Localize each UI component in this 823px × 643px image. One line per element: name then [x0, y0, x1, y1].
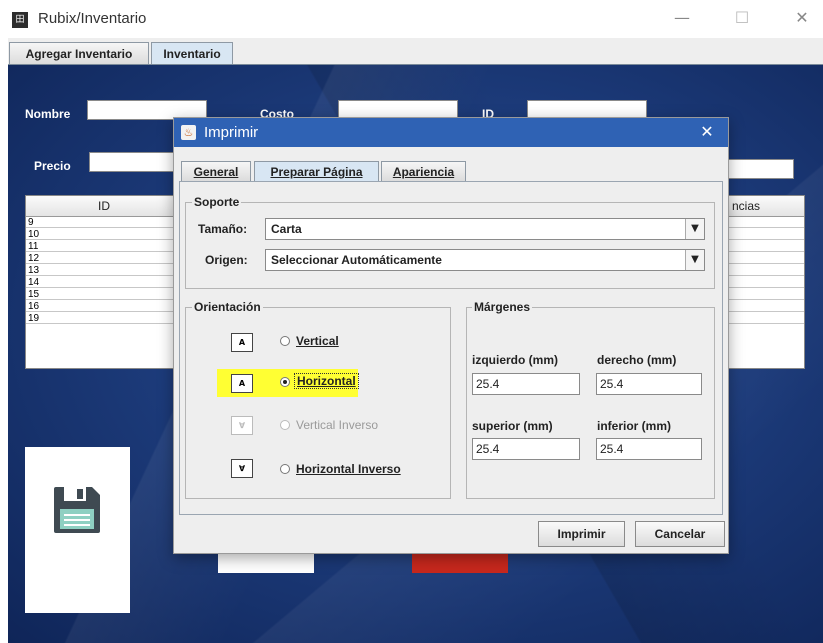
java-icon: ♨ [181, 125, 196, 140]
page-setup-panel: Soporte Tamaño: Carta ▼ Origen: Seleccio… [179, 181, 723, 515]
tamano-value: Carta [271, 222, 302, 236]
horizontal-label[interactable]: Horizontal [294, 373, 359, 389]
floppy-disk-icon [54, 487, 100, 533]
tab-preparar-pagina[interactable]: Preparar Página [254, 161, 379, 181]
tamano-label: Tamaño: [198, 222, 248, 236]
landscape-page-icon: A [231, 374, 253, 393]
chevron-down-icon[interactable]: ▼ [685, 219, 704, 239]
portrait-page-icon: A [231, 333, 253, 352]
inferior-label: inferior (mm) [597, 419, 672, 433]
origen-label: Origen: [205, 253, 248, 267]
print-button[interactable]: Imprimir [538, 521, 625, 547]
app-icon: 田 [12, 12, 28, 28]
dialog-title: Imprimir [204, 124, 259, 141]
radio-selected-dot [283, 380, 287, 384]
reverse-landscape-page-icon: ∀ [231, 459, 253, 478]
cancel-button[interactable]: Cancelar [635, 521, 725, 547]
dialog-close-button[interactable]: ✕ [692, 121, 722, 143]
vertical-inverso-radio[interactable] [280, 420, 290, 430]
save-button[interactable] [25, 447, 130, 613]
tamano-select[interactable]: Carta ▼ [265, 218, 705, 240]
inferior-input[interactable]: 25.4 [596, 438, 702, 460]
vertical-inverso-label[interactable]: Vertical Inverso [296, 418, 378, 432]
derecho-input[interactable]: 25.4 [596, 373, 702, 395]
tab-general[interactable]: General [181, 161, 251, 181]
reverse-portrait-page-icon: ∀ [231, 416, 253, 435]
margenes-group [466, 307, 715, 499]
superior-label: superior (mm) [472, 419, 553, 433]
window-title: Rubix/Inventario [38, 10, 147, 27]
column-header-existencias[interactable]: ncias [732, 199, 760, 213]
chevron-down-icon[interactable]: ▼ [685, 250, 704, 270]
maximize-button[interactable]: ☐ [722, 6, 762, 30]
extra-input[interactable] [723, 159, 794, 179]
derecho-label: derecho (mm) [597, 353, 677, 367]
print-dialog: ♨ Imprimir ✕ General Preparar Página Apa… [173, 117, 729, 554]
soporte-group [185, 202, 715, 289]
margenes-title: Márgenes [472, 300, 533, 314]
precio-label: Precio [34, 159, 71, 173]
superior-input[interactable]: 25.4 [472, 438, 580, 460]
tab-agregar-inventario[interactable]: Agregar Inventario [9, 42, 149, 64]
column-header-id[interactable]: ID [98, 199, 110, 213]
vertical-label[interactable]: Vertical [296, 334, 339, 348]
horizontal-radio[interactable] [280, 377, 290, 387]
nombre-label: Nombre [25, 107, 71, 121]
tab-apariencia[interactable]: Apariencia [381, 161, 466, 181]
origen-value: Seleccionar Automáticamente [271, 253, 442, 267]
vertical-radio[interactable] [280, 336, 290, 346]
minimize-button[interactable]: — [662, 6, 702, 30]
horizontal-inverso-label[interactable]: Horizontal Inverso [296, 462, 401, 476]
izquierdo-label: izquierdo (mm) [472, 353, 558, 367]
izquierdo-input[interactable]: 25.4 [472, 373, 580, 395]
horizontal-inverso-radio[interactable] [280, 464, 290, 474]
orientacion-title: Orientación [192, 300, 263, 314]
tab-inventario[interactable]: Inventario [151, 42, 233, 64]
close-window-button[interactable]: ✕ [782, 6, 822, 30]
soporte-title: Soporte [192, 195, 242, 209]
origen-select[interactable]: Seleccionar Automáticamente ▼ [265, 249, 705, 271]
